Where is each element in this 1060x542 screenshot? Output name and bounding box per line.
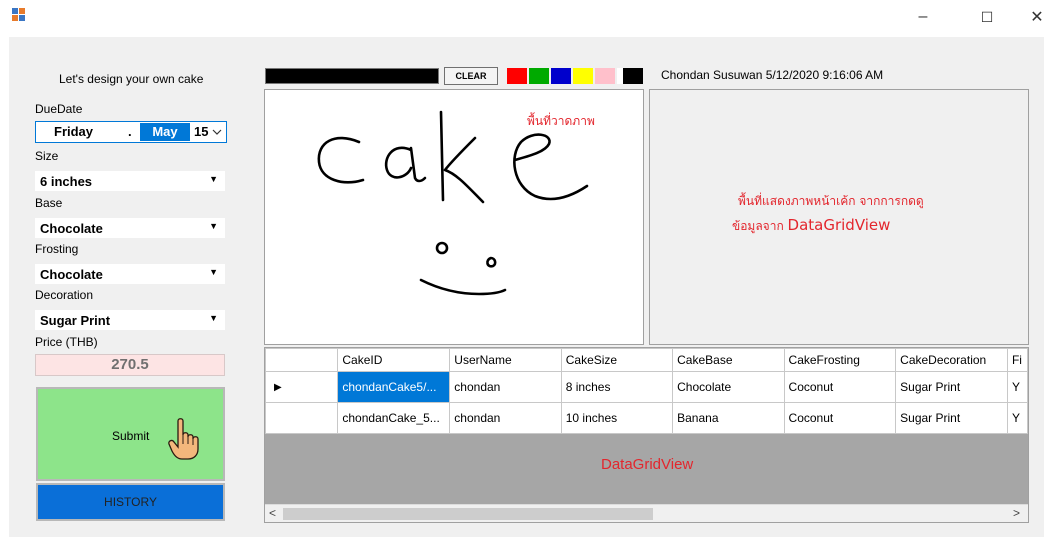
- preview-annotation-line2: ข้อมูลจาก DataGridView: [732, 216, 890, 236]
- color-swatch-red[interactable]: [507, 68, 527, 84]
- column-header-username[interactable]: UserName: [449, 348, 562, 372]
- table-cell[interactable]: Sugar Print: [895, 402, 1008, 434]
- table-cell[interactable]: chondan: [449, 402, 562, 434]
- dropdown-arrow-icon: ▼: [209, 174, 218, 184]
- table-cell[interactable]: chondanCake5/...: [337, 371, 451, 403]
- table-cell[interactable]: Banana: [672, 402, 785, 434]
- submit-label: Submit: [112, 429, 150, 443]
- column-header-cakesize[interactable]: CakeSize: [560, 348, 674, 372]
- cake-sketch: [317, 110, 589, 296]
- table-cell[interactable]: 10 inches: [560, 402, 674, 434]
- app-icon: [12, 8, 26, 22]
- table-row[interactable]: ▶ chondanCake5/... chondan 8 inches Choc…: [265, 371, 1028, 403]
- column-header-cakeid[interactable]: CakeID: [337, 348, 451, 372]
- decoration-value: Sugar Print: [40, 313, 111, 328]
- history-button[interactable]: HISTORY: [36, 483, 225, 521]
- column-header-truncated[interactable]: Fi: [1006, 348, 1028, 372]
- decoration-combobox[interactable]: Sugar Print ▼: [35, 310, 225, 330]
- form-client-area: Let's design your own cake DueDate Frida…: [9, 37, 1044, 537]
- size-combobox[interactable]: 6 inches ▼: [35, 171, 225, 191]
- cake-preview-panel: พื้นที่แสดงภาพหน้าเค้ก จากการกดดู ข้อมูล…: [649, 89, 1029, 345]
- column-header-cakefrosting[interactable]: CakeFrosting: [783, 348, 897, 372]
- color-swatch-green[interactable]: [529, 68, 549, 84]
- current-row-indicator[interactable]: ▶: [265, 371, 339, 403]
- size-label: Size: [35, 149, 59, 163]
- current-color-indicator: [265, 68, 439, 84]
- base-combobox[interactable]: Chocolate ▼: [35, 218, 225, 238]
- grid-table: CakeID UserName CakeSize CakeBase CakeFr…: [265, 348, 1028, 434]
- table-cell[interactable]: 8 inches: [560, 371, 674, 403]
- color-swatch-black[interactable]: [623, 68, 643, 84]
- table-cell[interactable]: Coconut: [783, 402, 897, 434]
- chevron-down-icon[interactable]: [212, 123, 222, 144]
- cake-datagridview[interactable]: CakeID UserName CakeSize CakeBase CakeFr…: [264, 347, 1029, 523]
- grid-header-row: CakeID UserName CakeSize CakeBase CakeFr…: [265, 348, 1028, 372]
- grid-corner-cell: [265, 348, 339, 372]
- form-heading: Let's design your own cake: [59, 72, 204, 86]
- close-button[interactable]: ✕: [1014, 2, 1060, 32]
- size-value: 6 inches: [40, 174, 93, 189]
- preview-annotation-line1: พื้นที่แสดงภาพหน้าเค้ก จากการกดดู: [738, 194, 924, 208]
- due-date-date: 15: [194, 124, 209, 139]
- base-value: Chocolate: [40, 221, 103, 236]
- due-date-picker[interactable]: Friday . May 15: [35, 121, 227, 143]
- decoration-label: Decoration: [35, 288, 94, 302]
- row-header-cell[interactable]: [265, 402, 339, 434]
- column-header-cakedecoration[interactable]: CakeDecoration: [895, 348, 1008, 372]
- due-date-day: Friday: [54, 124, 94, 139]
- submit-button[interactable]: Submit: [36, 387, 225, 481]
- maximize-button[interactable]: ☐: [964, 2, 1010, 32]
- grid-empty-area-label: DataGridView: [601, 456, 694, 473]
- horizontal-scrollbar[interactable]: < >: [265, 504, 1028, 522]
- minimize-button[interactable]: –: [900, 2, 946, 32]
- hand-pointer-icon: [168, 417, 202, 464]
- due-date-month: May: [140, 123, 190, 141]
- column-header-cakebase[interactable]: CakeBase: [672, 348, 785, 372]
- color-swatch-blue[interactable]: [551, 68, 571, 84]
- dropdown-arrow-icon: ▼: [209, 221, 218, 231]
- table-cell[interactable]: Chocolate: [672, 371, 785, 403]
- frosting-value: Chocolate: [40, 267, 103, 282]
- preview-annotation-highlight: DataGridView: [787, 216, 891, 234]
- table-cell[interactable]: Y: [1006, 402, 1028, 434]
- color-swatch-yellow[interactable]: [573, 68, 593, 84]
- frosting-combobox[interactable]: Chocolate ▼: [35, 264, 225, 284]
- dropdown-arrow-icon: ▼: [209, 313, 218, 323]
- table-cell[interactable]: Y: [1006, 371, 1028, 403]
- scroll-left-button[interactable]: <: [269, 506, 276, 520]
- due-date-label: DueDate: [35, 102, 83, 116]
- scrollbar-thumb[interactable]: [283, 508, 653, 520]
- price-label: Price (THB): [35, 335, 98, 349]
- title-bar: – ☐ ✕: [0, 0, 1060, 34]
- due-date-separator: .: [128, 124, 132, 139]
- table-cell[interactable]: Coconut: [783, 371, 897, 403]
- table-cell[interactable]: chondanCake_5...: [337, 402, 451, 434]
- base-label: Base: [35, 196, 63, 210]
- table-cell[interactable]: Sugar Print: [895, 371, 1008, 403]
- drawing-canvas[interactable]: พื้นที่วาดภาพ: [264, 89, 644, 345]
- frosting-label: Frosting: [35, 242, 79, 256]
- preview-annotation-prefix: ข้อมูลจาก: [732, 219, 788, 233]
- scroll-right-button[interactable]: >: [1013, 506, 1020, 520]
- table-cell[interactable]: chondan: [449, 371, 562, 403]
- table-row[interactable]: chondanCake_5... chondan 10 inches Banan…: [265, 402, 1028, 434]
- user-info-label: Chondan Susuwan 5/12/2020 9:16:06 AM: [661, 68, 884, 82]
- color-swatch-pink[interactable]: [595, 68, 615, 84]
- dropdown-arrow-icon: ▼: [209, 267, 218, 277]
- clear-button[interactable]: CLEAR: [444, 67, 498, 85]
- price-field: 270.5: [35, 354, 225, 376]
